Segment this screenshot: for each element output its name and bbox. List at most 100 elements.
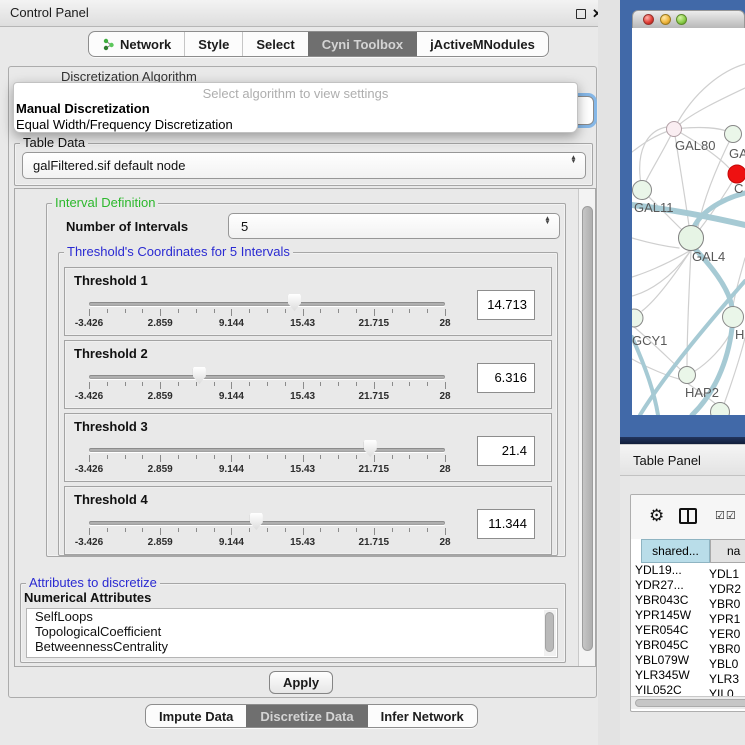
tick-mark — [303, 309, 304, 316]
table-toolbar: ⚙ ☑☑ — [631, 495, 745, 539]
tick-mark — [392, 309, 393, 313]
tick-mark — [125, 382, 126, 386]
column-header-shared[interactable]: shared... — [641, 539, 710, 563]
table-row[interactable]: YDL19...YDL1 — [631, 563, 745, 578]
scrollbar-thumb[interactable] — [635, 699, 745, 707]
number-of-intervals-combobox[interactable]: 5 ▲▼ — [228, 213, 560, 239]
threshold-value-field[interactable]: 21.4 — [477, 436, 535, 466]
column-header-na[interactable]: na — [710, 539, 745, 563]
threshold-slider[interactable]: -3.4262.8599.14415.4321.71528 — [89, 438, 445, 482]
attribute-item-topologicalcoefficient[interactable]: TopologicalCoefficient — [27, 624, 557, 639]
tick-mark — [142, 455, 143, 459]
list-vertical-scrollbar[interactable] — [544, 610, 556, 656]
attribute-item-selfloops[interactable]: SelfLoops — [27, 609, 557, 624]
tick-mark — [107, 455, 108, 459]
tick-mark — [356, 528, 357, 532]
algorithm-option-manual-discretization[interactable]: Manual Discretization — [14, 101, 577, 117]
tick-mark — [196, 309, 197, 313]
tab-network[interactable]: Network — [89, 32, 184, 56]
tab-style[interactable]: Style — [184, 32, 242, 56]
gear-icon[interactable]: ⚙ — [649, 507, 664, 525]
tick-label: 15.43 — [290, 464, 315, 475]
cell-shared-name[interactable]: YDL19... — [631, 563, 701, 578]
network-node-ga[interactable] — [725, 126, 742, 143]
tick-mark — [267, 455, 268, 459]
spinner-arrows-icon[interactable]: ▲▼ — [569, 156, 578, 164]
settings-vertical-scrollbar[interactable] — [578, 189, 595, 666]
tab-label: jActiveMNodules — [430, 37, 535, 52]
network-node[interactable] — [711, 403, 730, 416]
table-row[interactable]: YLR345WYLR3 — [631, 668, 745, 683]
slider-track[interactable] — [89, 448, 445, 452]
table-row[interactable]: YBR045CYBR0 — [631, 638, 745, 653]
slider-track[interactable] — [89, 302, 445, 306]
minimize-traffic-light-icon[interactable] — [660, 14, 671, 25]
column-layout-icon[interactable] — [679, 508, 697, 524]
tick-mark — [392, 382, 393, 386]
table-horizontal-scrollbar[interactable] — [631, 696, 745, 709]
threshold-slider[interactable]: -3.4262.8599.14415.4321.71528 — [89, 511, 445, 555]
network-node-gal11[interactable] — [633, 181, 652, 200]
tick-mark — [303, 455, 304, 462]
cell-shared-name[interactable]: YBR045C — [631, 638, 701, 653]
tick-mark — [392, 528, 393, 532]
tick-mark — [249, 455, 250, 459]
tab-discretize-data[interactable]: Discretize Data — [246, 705, 366, 727]
close-traffic-light-icon[interactable] — [643, 14, 654, 25]
cell-shared-name[interactable]: YBL079W — [631, 653, 701, 668]
select-columns-icon[interactable]: ☑☑ — [715, 509, 737, 522]
tick-mark — [214, 455, 215, 459]
network-node-h[interactable] — [723, 307, 744, 328]
panel-divider[interactable] — [598, 0, 620, 745]
tab-infer-network[interactable]: Infer Network — [367, 705, 477, 727]
table-row[interactable]: YDR27...YDR2 — [631, 578, 745, 593]
table-row[interactable]: YER054CYER0 — [631, 623, 745, 638]
table-row[interactable]: YBL079WYBL0 — [631, 653, 745, 668]
slider-track[interactable] — [89, 375, 445, 379]
cell-shared-name[interactable]: YLR345W — [631, 668, 701, 683]
node-label: GCY1 — [632, 333, 667, 348]
cell-shared-name[interactable]: YBR043C — [631, 593, 701, 608]
network-canvas[interactable]: GAL80GACGAL11GAL4GCY1HHAP2 — [632, 28, 745, 415]
tab-label: Network — [120, 37, 171, 52]
slider-track[interactable] — [89, 521, 445, 525]
cell-name[interactable]: YIL0 — [701, 687, 734, 696]
tick-mark — [356, 309, 357, 313]
cell-shared-name[interactable]: YDR27... — [631, 578, 701, 593]
network-node-gal4[interactable] — [679, 226, 704, 251]
threshold-value-field[interactable]: 6.316 — [477, 363, 535, 393]
table-row[interactable]: YPR145WYPR1 — [631, 608, 745, 623]
threshold-value-field[interactable]: 14.713 — [477, 290, 535, 320]
scrollbar-thumb[interactable] — [582, 206, 593, 651]
float-window-icon[interactable] — [576, 9, 586, 19]
network-node-gal80[interactable] — [667, 122, 682, 137]
apply-button[interactable]: Apply — [269, 671, 333, 694]
table-row[interactable]: YIL052CYIL0 — [631, 683, 745, 696]
tab-cyni-toolbox[interactable]: Cyni Toolbox — [308, 32, 416, 56]
table-row[interactable]: YBR043CYBR0 — [631, 593, 745, 608]
cell-shared-name[interactable]: YIL052C — [631, 683, 701, 696]
network-node-gcy1[interactable] — [632, 309, 643, 327]
table-rows: YDL19...YDL1YDR27...YDR2YBR043CYBR0YPR14… — [631, 563, 745, 696]
spinner-arrows-icon[interactable]: ▲▼ — [543, 217, 552, 225]
threshold-value-field[interactable]: 11.344 — [477, 509, 535, 539]
tick-label: 2.859 — [148, 318, 173, 329]
cell-shared-name[interactable]: YPR145W — [631, 608, 701, 623]
tab-jactivemnodules[interactable]: jActiveMNodules — [416, 32, 548, 56]
table-data-combobox[interactable]: galFiltered.sif default node ▲▼ — [22, 152, 586, 179]
network-window-titlebar[interactable] — [632, 10, 745, 28]
threshold-box-3: Threshold 3-3.4262.8599.14415.4321.71528… — [64, 413, 552, 482]
tab-select[interactable]: Select — [242, 32, 307, 56]
attribute-item-betweennesscentrality[interactable]: BetweennessCentrality — [27, 639, 557, 654]
algorithm-option-equal-width-frequency-discretization[interactable]: Equal Width/Frequency Discretization — [14, 117, 577, 133]
zoom-traffic-light-icon[interactable] — [676, 14, 687, 25]
tab-impute-data[interactable]: Impute Data — [146, 705, 246, 727]
network-node-hap2[interactable] — [679, 367, 696, 384]
tick-mark — [338, 455, 339, 459]
tick-mark — [374, 309, 375, 316]
cell-shared-name[interactable]: YER054C — [631, 623, 701, 638]
scrollbar-thumb[interactable] — [545, 612, 554, 652]
numerical-attributes-list[interactable]: SelfLoopsTopologicalCoefficientBetweenne… — [26, 608, 558, 658]
threshold-slider[interactable]: -3.4262.8599.14415.4321.71528 — [89, 292, 445, 336]
threshold-slider[interactable]: -3.4262.8599.14415.4321.71528 — [89, 365, 445, 409]
